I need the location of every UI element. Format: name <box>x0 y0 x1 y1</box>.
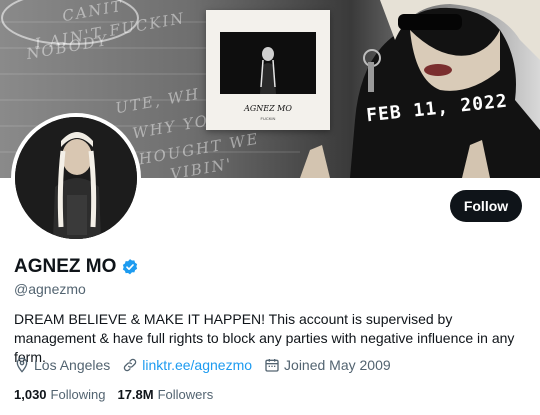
album-cover: AGNEZ MO FUCKIN <box>206 10 330 130</box>
following-stat[interactable]: 1,030 Following <box>14 387 105 402</box>
followers-count: 17.8M <box>117 387 154 402</box>
website-item[interactable]: linktr.ee/agnezmo <box>122 357 252 373</box>
follow-button[interactable]: Follow <box>450 190 522 222</box>
follow-stats: 1,030 Following 17.8M Followers <box>14 387 225 402</box>
avatar-photo <box>15 117 137 239</box>
location-item: Los Angeles <box>14 357 110 373</box>
website-link[interactable]: linktr.ee/agnezmo <box>142 357 252 373</box>
followers-label: Followers <box>157 387 214 402</box>
following-label: Following <box>50 387 106 402</box>
following-count: 1,030 <box>14 387 47 402</box>
joined-text: Joined May 2009 <box>284 357 391 373</box>
calendar-icon <box>264 357 280 373</box>
profile-avatar[interactable] <box>11 113 141 243</box>
link-icon <box>122 357 138 373</box>
location-pin-icon <box>14 357 30 373</box>
album-photo <box>220 32 316 94</box>
location-text: Los Angeles <box>34 357 111 373</box>
user-handle: @agnezmo <box>14 281 86 297</box>
album-subtitle: FUCKIN <box>260 116 276 121</box>
joined-item: Joined May 2009 <box>264 357 391 373</box>
album-title: AGNEZ MO <box>244 104 292 113</box>
name-row: AGNEZ MO <box>14 256 139 278</box>
display-name: AGNEZ MO <box>14 256 117 277</box>
followers-stat[interactable]: 17.8M Followers <box>117 387 213 402</box>
profile-meta: Los Angeles linktr.ee/agnezmo Joined May… <box>14 357 403 373</box>
verified-badge-icon[interactable] <box>121 258 139 276</box>
